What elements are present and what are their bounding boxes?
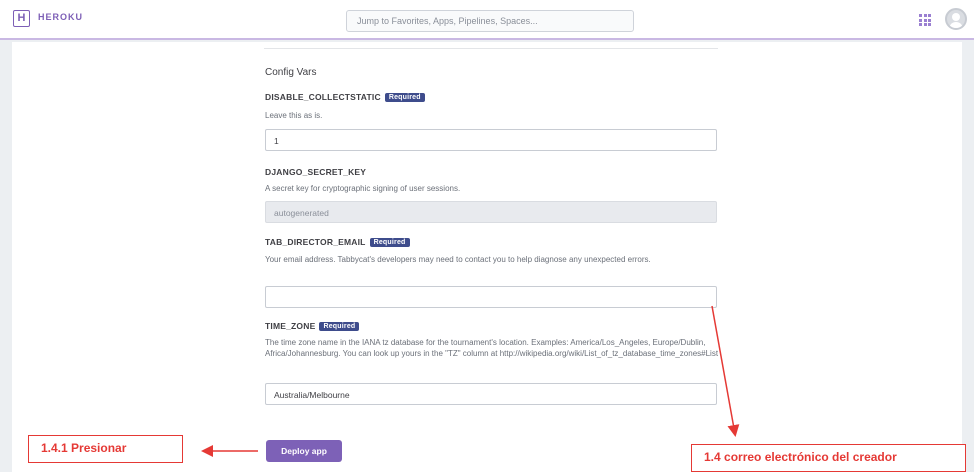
annotation-arrows [201, 305, 740, 457]
press-annotation-label: 1.4.1 Presionar [41, 441, 127, 455]
email-arrow [711, 305, 740, 437]
email-annotation: 1.4 correo electrónico del creador [691, 444, 966, 472]
press-annotation: 1.4.1 Presionar [28, 435, 183, 463]
email-annotation-label: 1.4 correo electrónico del creador [704, 450, 897, 464]
screenshot-frame: H HEROKU Jump to Favorites, Apps, Pipeli… [0, 0, 974, 472]
